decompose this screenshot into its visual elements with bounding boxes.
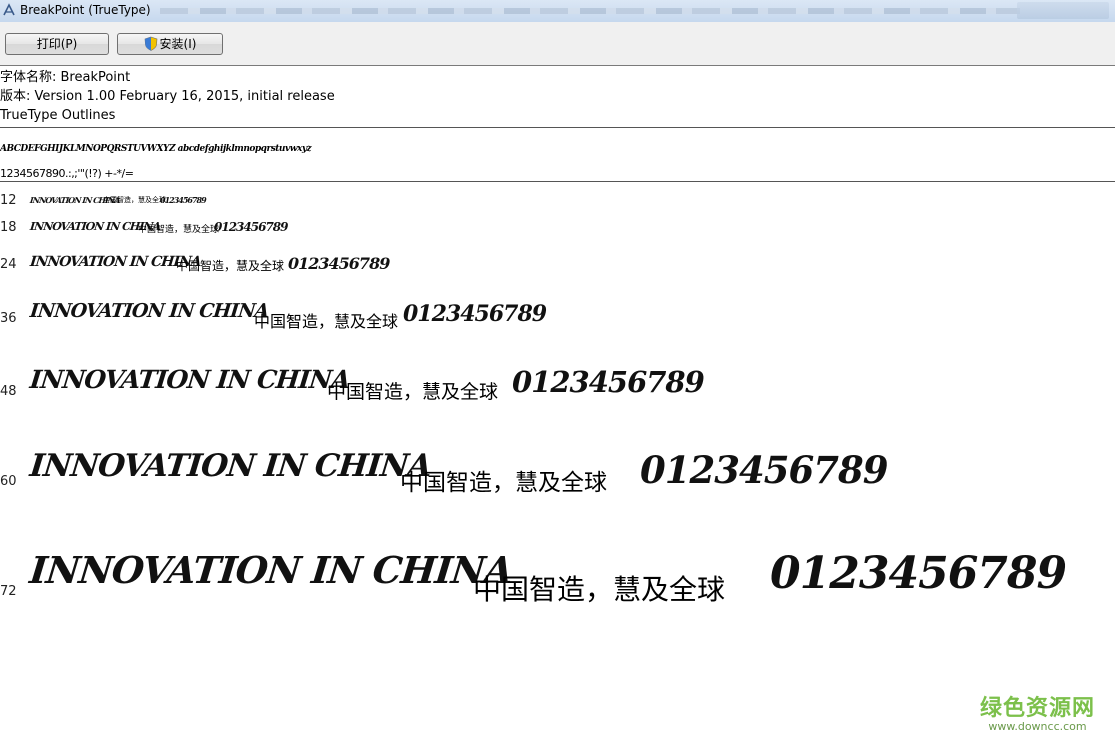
toolbar: 打印(P) 安装(I) (0, 22, 1115, 66)
sample-cjk: 中国智造，慧及全球 (400, 470, 607, 496)
sample-digits: 0123456789 (403, 301, 547, 327)
watermark-logo: 绿色资源网 www.downcc.com (980, 690, 1095, 733)
window-title: BreakPoint (TrueType) (20, 3, 151, 17)
divider-top (0, 127, 1115, 128)
sample-size-label: 12 (0, 193, 17, 208)
sample-digits: 0123456789 (640, 448, 888, 492)
sample-digits: 0123456789 (160, 195, 207, 205)
charset-letters: ABCDEFGHIJKLMNOPQRSTUVWXYZ abcdefghijklm… (0, 144, 312, 154)
sample-size-label: 36 (0, 311, 17, 326)
sample-size-label: 72 (0, 584, 17, 599)
sample-size-label: 48 (0, 384, 17, 399)
watermark-url: www.downcc.com (988, 720, 1087, 733)
title-bar: BreakPoint (TrueType) (0, 0, 1115, 23)
sample-size-label: 18 (0, 220, 17, 235)
shield-icon (144, 36, 157, 51)
sample-cjk: 中国智造，慧及全球 (473, 573, 726, 606)
sample-cjk: 中国智造，慧及全球 (327, 381, 499, 403)
font-info: 字体名称: BreakPoint 版本: Version 1.00 Februa… (0, 68, 335, 125)
print-button-label: 打印(P) (36, 37, 78, 51)
sample-latin: INNOVATION IN CHINA (28, 448, 433, 484)
sample-digits: 0123456789 (214, 220, 288, 234)
sample-latin: INNOVATION IN CHINA (28, 365, 352, 394)
font-outline-line: TrueType Outlines (0, 108, 116, 123)
sample-latin: INNOVATION IN CHINA (28, 300, 270, 322)
install-button[interactable]: 安装(I) (117, 33, 223, 55)
sample-cjk: 中国智造，慧及全球 (176, 259, 285, 273)
font-version-line: 版本: Version 1.00 February 16, 2015, init… (0, 89, 335, 104)
sample-cjk: 中国智造，慧及全球 (254, 312, 399, 331)
watermark-main: 绿色资源网 (979, 696, 1095, 721)
sample-size-label: 60 (0, 474, 17, 489)
sample-digits: 0123456789 (770, 548, 1067, 599)
sample-latin: INNOVATION IN CHINA (27, 548, 515, 592)
font-app-icon (3, 3, 15, 16)
print-button[interactable]: 打印(P) (5, 33, 109, 55)
sample-size-label: 24 (0, 257, 17, 272)
sample-digits: 0123456789 (288, 254, 390, 273)
install-button-label: 安装(I) (159, 37, 197, 51)
divider-bottom (0, 181, 1115, 182)
title-bar-blur (160, 8, 1020, 14)
font-name-line: 字体名称: BreakPoint (0, 70, 131, 85)
sample-cjk: 中国智造，慧及全球 (138, 225, 220, 235)
sample-cjk: 中国智造，慧及全球 (103, 196, 166, 204)
charset-symbols: 1234567890.:,;'"(!?) +-*/= (0, 167, 134, 180)
window-controls[interactable] (1017, 2, 1109, 19)
sample-digits: 0123456789 (512, 365, 705, 399)
